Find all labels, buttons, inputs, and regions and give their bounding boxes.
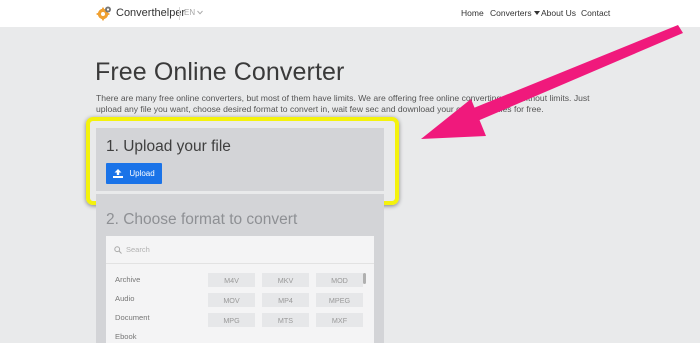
nav-link-converters[interactable]: Converters bbox=[490, 8, 540, 18]
brand-name: Converthelper bbox=[116, 7, 186, 19]
brand[interactable]: Converthelper bbox=[96, 5, 185, 21]
format-option-mts[interactable]: MTS bbox=[262, 313, 309, 327]
nav-link-about-us[interactable]: About Us bbox=[541, 8, 576, 18]
format-list-scrollbar[interactable] bbox=[363, 273, 366, 284]
top-navbar: Converthelper EN Home Converters About U… bbox=[0, 0, 700, 27]
chevron-down-icon bbox=[197, 10, 203, 15]
gear-logo-icon bbox=[96, 6, 111, 21]
format-option-mov[interactable]: MOV bbox=[208, 293, 255, 307]
highlight-annotation bbox=[86, 117, 399, 205]
format-option-mpeg[interactable]: MPEG bbox=[316, 293, 363, 307]
category-item-document[interactable]: Document bbox=[115, 313, 150, 332]
format-grid: M4V MKV MOD MOV MP4 MPEG MPG MTS MXF bbox=[208, 273, 363, 327]
format-panel-title: 2. Choose format to convert bbox=[106, 211, 298, 228]
nav-link-contact[interactable]: Contact bbox=[581, 8, 610, 18]
search-divider bbox=[106, 263, 374, 264]
format-option-m4v[interactable]: M4V bbox=[208, 273, 255, 287]
format-option-mxf[interactable]: MXF bbox=[316, 313, 363, 327]
nav-link-home[interactable]: Home bbox=[461, 8, 484, 18]
category-list: Archive Audio Document Ebook bbox=[115, 275, 150, 343]
search-icon bbox=[114, 245, 122, 254]
brand-divider bbox=[179, 7, 180, 20]
language-label: EN bbox=[184, 8, 196, 17]
nav-converters-label: Converters bbox=[490, 8, 532, 18]
format-option-mod[interactable]: MOD bbox=[316, 273, 363, 287]
format-option-mkv[interactable]: MKV bbox=[262, 273, 309, 287]
format-panel: 2. Choose format to convert Archive Audi… bbox=[96, 194, 384, 343]
caret-down-icon bbox=[533, 11, 540, 15]
search-row bbox=[114, 245, 276, 254]
format-selector: Archive Audio Document Ebook M4V MKV MOD… bbox=[106, 236, 374, 343]
format-option-mp4[interactable]: MP4 bbox=[262, 293, 309, 307]
page-title: Free Online Converter bbox=[95, 58, 345, 86]
search-input[interactable] bbox=[126, 245, 276, 254]
category-item-archive[interactable]: Archive bbox=[115, 275, 150, 294]
language-selector[interactable]: EN bbox=[184, 8, 203, 17]
format-option-mpg[interactable]: MPG bbox=[208, 313, 255, 327]
category-item-audio[interactable]: Audio bbox=[115, 294, 150, 313]
intro-text: There are many free online converters, b… bbox=[96, 93, 590, 114]
category-item-ebook[interactable]: Ebook bbox=[115, 332, 150, 343]
